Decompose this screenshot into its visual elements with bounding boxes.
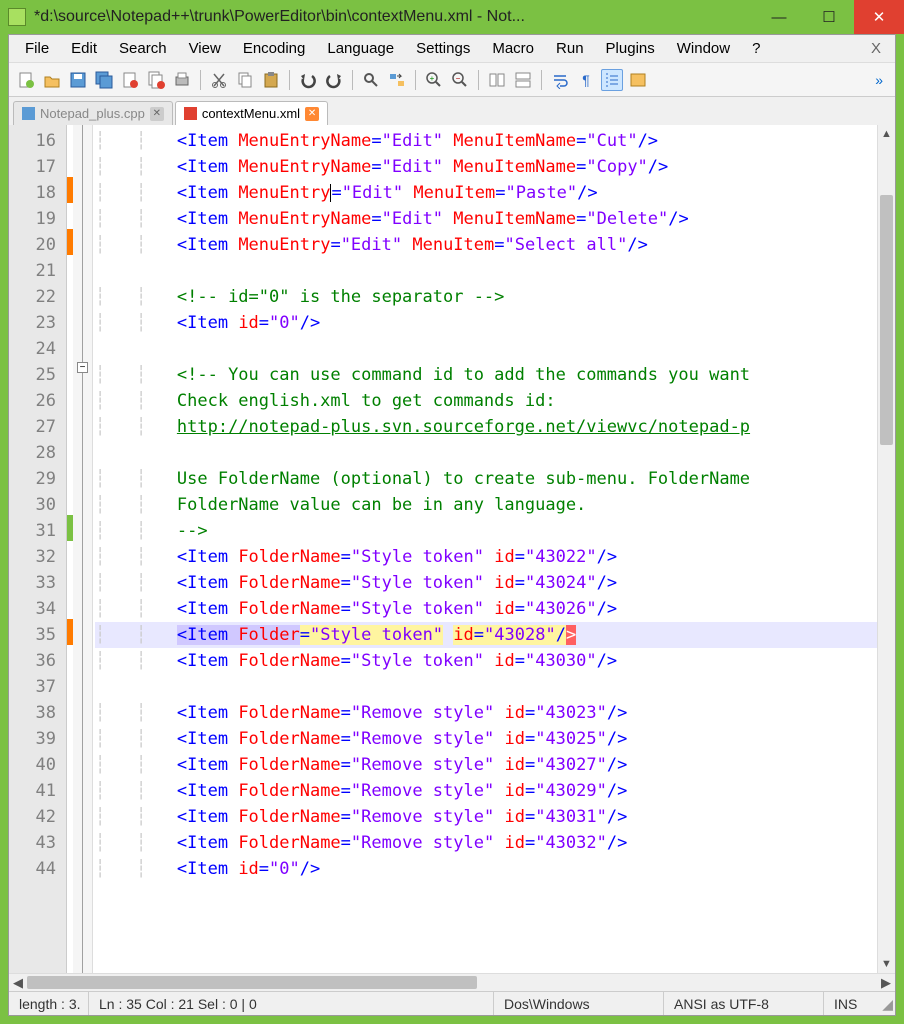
separator-icon xyxy=(415,70,416,90)
replace-icon[interactable] xyxy=(386,69,408,91)
horizontal-scrollbar[interactable]: ◀ ▶ xyxy=(9,973,895,991)
fold-line xyxy=(82,125,83,973)
statusbar: length : 3. Ln : 35 Col : 21 Sel : 0 | 0… xyxy=(9,991,895,1015)
tab-close-icon[interactable]: ✕ xyxy=(150,107,164,121)
whitespace-icon[interactable]: ¶ xyxy=(575,69,597,91)
tab-label: contextMenu.xml xyxy=(202,106,300,121)
status-encoding[interactable]: ANSI as UTF-8 xyxy=(664,992,824,1015)
copy-icon[interactable] xyxy=(234,69,256,91)
menu-search[interactable]: Search xyxy=(109,38,177,59)
scroll-left-icon[interactable]: ◀ xyxy=(9,974,27,991)
status-eol[interactable]: Dos\Windows xyxy=(494,992,664,1015)
app-icon xyxy=(8,8,26,26)
scroll-down-icon[interactable]: ▼ xyxy=(878,955,895,973)
menu-window[interactable]: Window xyxy=(667,38,740,59)
zoomin-icon[interactable]: + xyxy=(423,69,445,91)
menu-language[interactable]: Language xyxy=(317,38,404,59)
menu-help[interactable]: ? xyxy=(742,38,770,59)
separator-icon xyxy=(541,70,542,90)
menu-file[interactable]: File xyxy=(15,38,59,59)
code-area[interactable]: ┆ ┆ <Item MenuEntryName="Edit" MenuItemN… xyxy=(93,125,877,973)
sync-v-icon[interactable] xyxy=(486,69,508,91)
fold-minus-icon[interactable]: − xyxy=(77,362,88,373)
status-position: Ln : 35 Col : 21 Sel : 0 | 0 xyxy=(89,992,494,1015)
scroll-track[interactable] xyxy=(27,974,877,991)
separator-icon xyxy=(200,70,201,90)
tab-close-icon[interactable]: ✕ xyxy=(305,107,319,121)
editor: 1617181920212223242526272829303132333435… xyxy=(9,125,895,973)
print-icon[interactable] xyxy=(171,69,193,91)
tabbar: Notepad_plus.cpp ✕ contextMenu.xml ✕ xyxy=(9,97,895,125)
title-text: *d:\source\Notepad++\trunk\PowerEditor\b… xyxy=(34,8,754,26)
file-icon xyxy=(22,107,35,120)
menu-doc-close[interactable]: X xyxy=(863,40,889,57)
save-icon[interactable] xyxy=(67,69,89,91)
userlang-icon[interactable] xyxy=(627,69,649,91)
resize-grip-icon[interactable]: ◢ xyxy=(879,992,895,1015)
window: *d:\source\Notepad++\trunk\PowerEditor\b… xyxy=(0,0,904,1024)
menu-macro[interactable]: Macro xyxy=(482,38,544,59)
separator-icon xyxy=(352,70,353,90)
svg-text:+: + xyxy=(430,74,435,83)
zoomout-icon[interactable]: − xyxy=(449,69,471,91)
menu-encoding[interactable]: Encoding xyxy=(233,38,316,59)
status-length: length : 3. xyxy=(9,992,89,1015)
svg-text:−: − xyxy=(456,74,461,83)
separator-icon xyxy=(478,70,479,90)
toolbar: + − ¶ » xyxy=(9,63,895,97)
svg-text:¶: ¶ xyxy=(582,72,590,88)
fold-column[interactable]: − xyxy=(73,125,93,973)
wordwrap-icon[interactable] xyxy=(549,69,571,91)
vertical-scrollbar[interactable]: ▲ ▼ xyxy=(877,125,895,973)
paste-icon[interactable] xyxy=(260,69,282,91)
menu-run[interactable]: Run xyxy=(546,38,594,59)
tab-label: Notepad_plus.cpp xyxy=(40,106,145,121)
status-insert-mode[interactable]: INS xyxy=(824,992,879,1015)
frame: File Edit Search View Encoding Language … xyxy=(8,34,896,1016)
titlebar[interactable]: *d:\source\Notepad++\trunk\PowerEditor\b… xyxy=(0,0,904,34)
menubar: File Edit Search View Encoding Language … xyxy=(9,35,895,63)
tab-contextmenu-xml[interactable]: contextMenu.xml ✕ xyxy=(175,101,328,125)
separator-icon xyxy=(289,70,290,90)
scroll-thumb[interactable] xyxy=(880,195,893,445)
redo-icon[interactable] xyxy=(323,69,345,91)
closeall-icon[interactable] xyxy=(145,69,167,91)
scroll-thumb[interactable] xyxy=(27,976,477,989)
scroll-right-icon[interactable]: ▶ xyxy=(877,974,895,991)
indent-guide-icon[interactable] xyxy=(601,69,623,91)
scroll-up-icon[interactable]: ▲ xyxy=(878,125,895,143)
saveall-icon[interactable] xyxy=(93,69,115,91)
find-icon[interactable] xyxy=(360,69,382,91)
open-icon[interactable] xyxy=(41,69,63,91)
new-icon[interactable] xyxy=(15,69,37,91)
file-modified-icon xyxy=(184,107,197,120)
line-number-gutter[interactable]: 1617181920212223242526272829303132333435… xyxy=(9,125,67,973)
maximize-button[interactable]: ☐ xyxy=(804,0,854,34)
toolbar-overflow-icon[interactable]: » xyxy=(869,72,889,88)
menu-settings[interactable]: Settings xyxy=(406,38,480,59)
window-buttons: — ☐ ✕ xyxy=(754,0,904,34)
closefile-icon[interactable] xyxy=(119,69,141,91)
menu-plugins[interactable]: Plugins xyxy=(596,38,665,59)
menu-view[interactable]: View xyxy=(179,38,231,59)
menu-edit[interactable]: Edit xyxy=(61,38,107,59)
undo-icon[interactable] xyxy=(297,69,319,91)
sync-h-icon[interactable] xyxy=(512,69,534,91)
tab-notepad-plus-cpp[interactable]: Notepad_plus.cpp ✕ xyxy=(13,101,173,125)
minimize-button[interactable]: — xyxy=(754,0,804,34)
close-button[interactable]: ✕ xyxy=(854,0,904,34)
cut-icon[interactable] xyxy=(208,69,230,91)
